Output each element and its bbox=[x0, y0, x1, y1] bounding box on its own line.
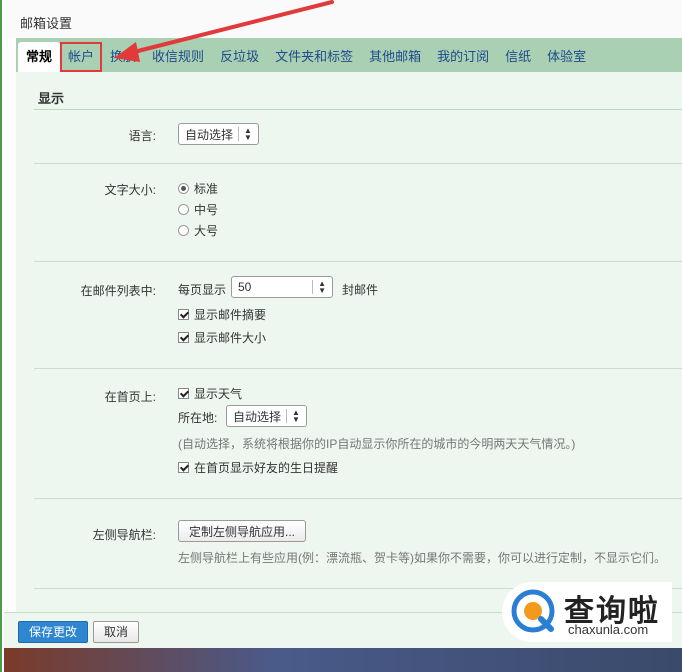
row-divider bbox=[34, 163, 682, 164]
checkbox-checked-icon bbox=[178, 309, 189, 320]
tab-lab[interactable]: 体验室 bbox=[539, 42, 594, 72]
section-title: 显示 bbox=[38, 91, 65, 106]
row-divider bbox=[34, 261, 682, 262]
language-label: 语言: bbox=[128, 129, 156, 143]
select-arrows-icon: ▲ ▼ bbox=[318, 279, 326, 295]
show-summary-checkbox[interactable]: 显示邮件摘要 bbox=[178, 306, 266, 323]
location-hint: (自动选择，系统将根据你的IP自动显示你所在的城市的今明两天天气情况。) bbox=[178, 437, 576, 451]
settings-tab-bar: 常规 帐户 换肤 收信规则 反垃圾 文件夹和标签 其他邮箱 我的订阅 信纸 体验… bbox=[16, 38, 682, 72]
per-page-prefix: 每页显示 bbox=[178, 283, 227, 297]
customize-left-nav-button[interactable]: 定制左侧导航应用... bbox=[178, 520, 307, 542]
per-page-select-value: 50 bbox=[238, 280, 252, 294]
show-weather-checkbox[interactable]: 显示天气 bbox=[178, 385, 242, 402]
radio-checked-icon bbox=[178, 183, 189, 194]
radio-icon bbox=[178, 204, 189, 215]
left-nav-label: 左侧导航栏: bbox=[92, 528, 156, 542]
tab-account[interactable]: 帐户 bbox=[60, 42, 103, 72]
watermark-text-en: chaxunla.com bbox=[568, 622, 649, 637]
location-label: 所在地: bbox=[178, 411, 218, 425]
tab-receive-rules[interactable]: 收信规则 bbox=[144, 42, 212, 72]
font-size-option-large[interactable]: 大号 bbox=[178, 222, 218, 239]
title-bar: 邮箱设置 bbox=[4, 0, 682, 38]
show-birthday-checkbox[interactable]: 在首页显示好友的生日提醒 bbox=[178, 459, 338, 476]
font-size-option-medium[interactable]: 中号 bbox=[178, 201, 218, 218]
tab-anti-spam[interactable]: 反垃圾 bbox=[212, 42, 267, 72]
radio-icon bbox=[178, 225, 189, 236]
language-select[interactable]: 自动选择 ▲ ▼ bbox=[178, 123, 259, 145]
tab-skin[interactable]: 换肤 bbox=[102, 42, 144, 72]
language-select-value: 自动选择 bbox=[185, 127, 234, 142]
tab-my-subscriptions[interactable]: 我的订阅 bbox=[429, 42, 497, 72]
window-title: 邮箱设置 bbox=[20, 16, 73, 31]
taskbar-strip bbox=[4, 648, 682, 672]
show-size-checkbox[interactable]: 显示邮件大小 bbox=[178, 329, 266, 346]
watermark: 查询啦 chaxunla.com bbox=[502, 582, 672, 642]
watermark-logo-icon bbox=[511, 589, 555, 633]
per-page-select[interactable]: 50 ▲ ▼ bbox=[231, 276, 333, 298]
per-page-suffix: 封邮件 bbox=[342, 283, 379, 297]
left-nav-hint: 左侧导航栏上有些应用(例：漂流瓶、贺卡等)如果你不需要，你可以进行定制，不显示它… bbox=[178, 551, 666, 565]
cancel-button[interactable]: 取消 bbox=[93, 621, 140, 643]
tab-other-mailboxes[interactable]: 其他邮箱 bbox=[361, 42, 429, 72]
tab-general[interactable]: 常规 bbox=[18, 42, 61, 72]
select-arrows-icon: ▲ ▼ bbox=[244, 126, 252, 142]
settings-content: 显示 语言: 自动选择 ▲ ▼ 文字大小: 标准 中号 大号 在邮件列表中: 每页… bbox=[16, 72, 682, 612]
checkbox-checked-icon bbox=[178, 332, 189, 343]
save-button[interactable]: 保存更改 bbox=[18, 621, 89, 643]
checkbox-checked-icon bbox=[178, 388, 189, 399]
checkbox-checked-icon bbox=[178, 462, 189, 473]
row-divider bbox=[34, 498, 682, 499]
section-divider bbox=[34, 109, 682, 110]
row-divider bbox=[34, 368, 682, 369]
tab-folders-labels[interactable]: 文件夹和标签 bbox=[267, 42, 361, 72]
tab-stationery[interactable]: 信纸 bbox=[497, 42, 539, 72]
font-size-option-standard[interactable]: 标准 bbox=[178, 180, 218, 197]
font-size-label: 文字大小: bbox=[104, 183, 156, 197]
settings-window: 邮箱设置 常规 帐户 换肤 收信规则 反垃圾 文件夹和标签 其他邮箱 我的订阅 … bbox=[0, 0, 682, 672]
location-select[interactable]: 自动选择 ▲ ▼ bbox=[226, 405, 307, 427]
homepage-label: 在首页上: bbox=[104, 390, 156, 404]
mail-list-label: 在邮件列表中: bbox=[80, 284, 156, 298]
location-select-value: 自动选择 bbox=[233, 409, 282, 424]
select-arrows-icon: ▲ ▼ bbox=[292, 408, 300, 424]
